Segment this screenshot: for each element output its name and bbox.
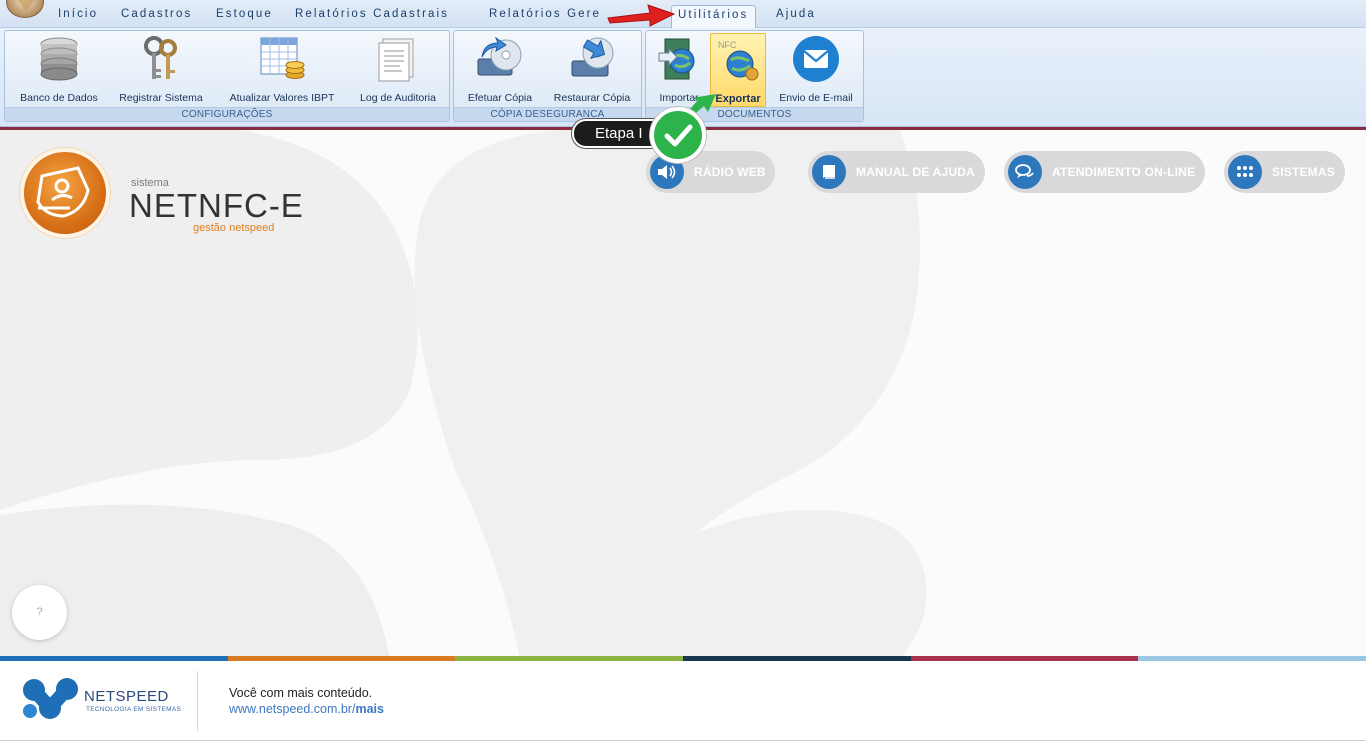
- efetuar-copia-button[interactable]: Efetuar Cópia: [458, 33, 542, 107]
- banco-de-dados-label: Banco de Dados: [20, 92, 98, 104]
- link-bold: mais: [355, 702, 384, 716]
- app-menu-button[interactable]: [6, 0, 44, 18]
- netspeed-tagline: TECNOLOGIA EM SISTEMAS: [86, 706, 182, 713]
- ribbon-group-configuracoes: Banco de Dados Registrar Sistema Atualiz…: [4, 30, 450, 122]
- tab-inicio[interactable]: Início: [58, 8, 98, 20]
- log-de-auditoria-button[interactable]: Log de Auditoria: [349, 33, 447, 107]
- manual-de-ajuda-button[interactable]: MANUAL DE AJUDA: [808, 151, 985, 193]
- restaurar-copia-label: Restaurar Cópia: [553, 92, 631, 104]
- banco-de-dados-button[interactable]: Banco de Dados: [9, 33, 109, 107]
- atendimento-on-line-label: ATENDIMENTO ON-LINE: [1052, 165, 1196, 179]
- check-icon: [650, 107, 706, 163]
- red-arrow-annotation: [607, 4, 676, 27]
- grid-dots-icon: [1228, 155, 1262, 189]
- chat-icon: [1008, 155, 1042, 189]
- link-prefix: www.netspeed.com.br/: [229, 702, 356, 716]
- envio-de-email-button[interactable]: Envio de E-mail: [772, 33, 860, 107]
- tab-utilitarios[interactable]: Utilitários: [671, 5, 757, 29]
- svg-text:NFC: NFC: [718, 40, 737, 50]
- exportar-label: Exportar: [715, 93, 761, 105]
- brand-subtitle: gestão netspeed: [193, 222, 275, 234]
- cashier-person-icon: [36, 166, 90, 218]
- netspeed-link[interactable]: www.netspeed.com.br/mais: [229, 702, 384, 716]
- import-icon: [658, 38, 695, 80]
- atendimento-on-line-button[interactable]: ATENDIMENTO ON-LINE: [1004, 151, 1205, 193]
- registrar-sistema-label: Registrar Sistema: [119, 92, 203, 104]
- log-de-auditoria-label: Log de Auditoria: [360, 92, 436, 104]
- envio-de-email-label: Envio de E-mail: [779, 92, 853, 104]
- netspeed-logo-icon: [23, 678, 78, 719]
- tab-ajuda[interactable]: Ajuda: [776, 8, 816, 20]
- help-button[interactable]: ?: [12, 585, 67, 640]
- netspeed-company-name: NETSPEED: [84, 688, 169, 705]
- home-panel: sistema NETNFC-E gestão netspeed RÁDIO W…: [0, 127, 1366, 656]
- tab-estoque[interactable]: Estoque: [216, 8, 273, 20]
- footer-message: Você com mais conteúdo.: [229, 686, 373, 700]
- spreadsheet-coins-icon: [260, 37, 305, 79]
- sistemas-button[interactable]: SISTEMAS: [1224, 151, 1345, 193]
- envelope-icon: [793, 36, 839, 82]
- efetuar-copia-label: Efetuar Cópia: [467, 92, 533, 104]
- export-icon: NFC: [718, 40, 759, 81]
- brand-name: NETNFC-E: [129, 187, 304, 224]
- sistemas-label: SISTEMAS: [1272, 165, 1335, 179]
- footer: NETSPEED TECNOLOGIA EM SISTEMAS Você com…: [0, 661, 1366, 741]
- radio-web-label: RÁDIO WEB: [694, 165, 766, 179]
- book-icon: [812, 155, 846, 189]
- atualizar-valores-ibpt-button[interactable]: Atualizar Valores IBPT: [221, 33, 343, 107]
- group-label-configuracoes: CONFIGURAÇÕES: [5, 107, 449, 121]
- exportar-button[interactable]: NFC Exportar: [710, 33, 766, 107]
- backup-disc-icon: [477, 36, 522, 76]
- registrar-sistema-button[interactable]: Registrar Sistema: [111, 33, 211, 107]
- document-icon: [378, 38, 414, 82]
- footer-divider: [197, 671, 198, 731]
- tab-relatorios-cadastrais[interactable]: Relatórios Cadastrais: [295, 8, 449, 20]
- menu-bar: Início Cadastros Estoque Relatórios Cada…: [0, 0, 1366, 29]
- ribbon-group-copia-seguranca: Efetuar Cópia Restaurar Cópia CÓPIA DESE…: [453, 30, 642, 122]
- database-icon: [40, 37, 78, 81]
- app-logo-icon: [18, 0, 34, 11]
- restore-disc-icon: [571, 37, 614, 77]
- manual-de-ajuda-label: MANUAL DE AJUDA: [856, 165, 976, 179]
- tab-cadastros[interactable]: Cadastros: [121, 8, 192, 20]
- restaurar-copia-button[interactable]: Restaurar Cópia: [548, 33, 636, 107]
- atualizar-valores-ibpt-label: Atualizar Valores IBPT: [229, 92, 335, 104]
- keys-icon: [144, 36, 177, 79]
- netnfce-logo-badge: [24, 152, 106, 234]
